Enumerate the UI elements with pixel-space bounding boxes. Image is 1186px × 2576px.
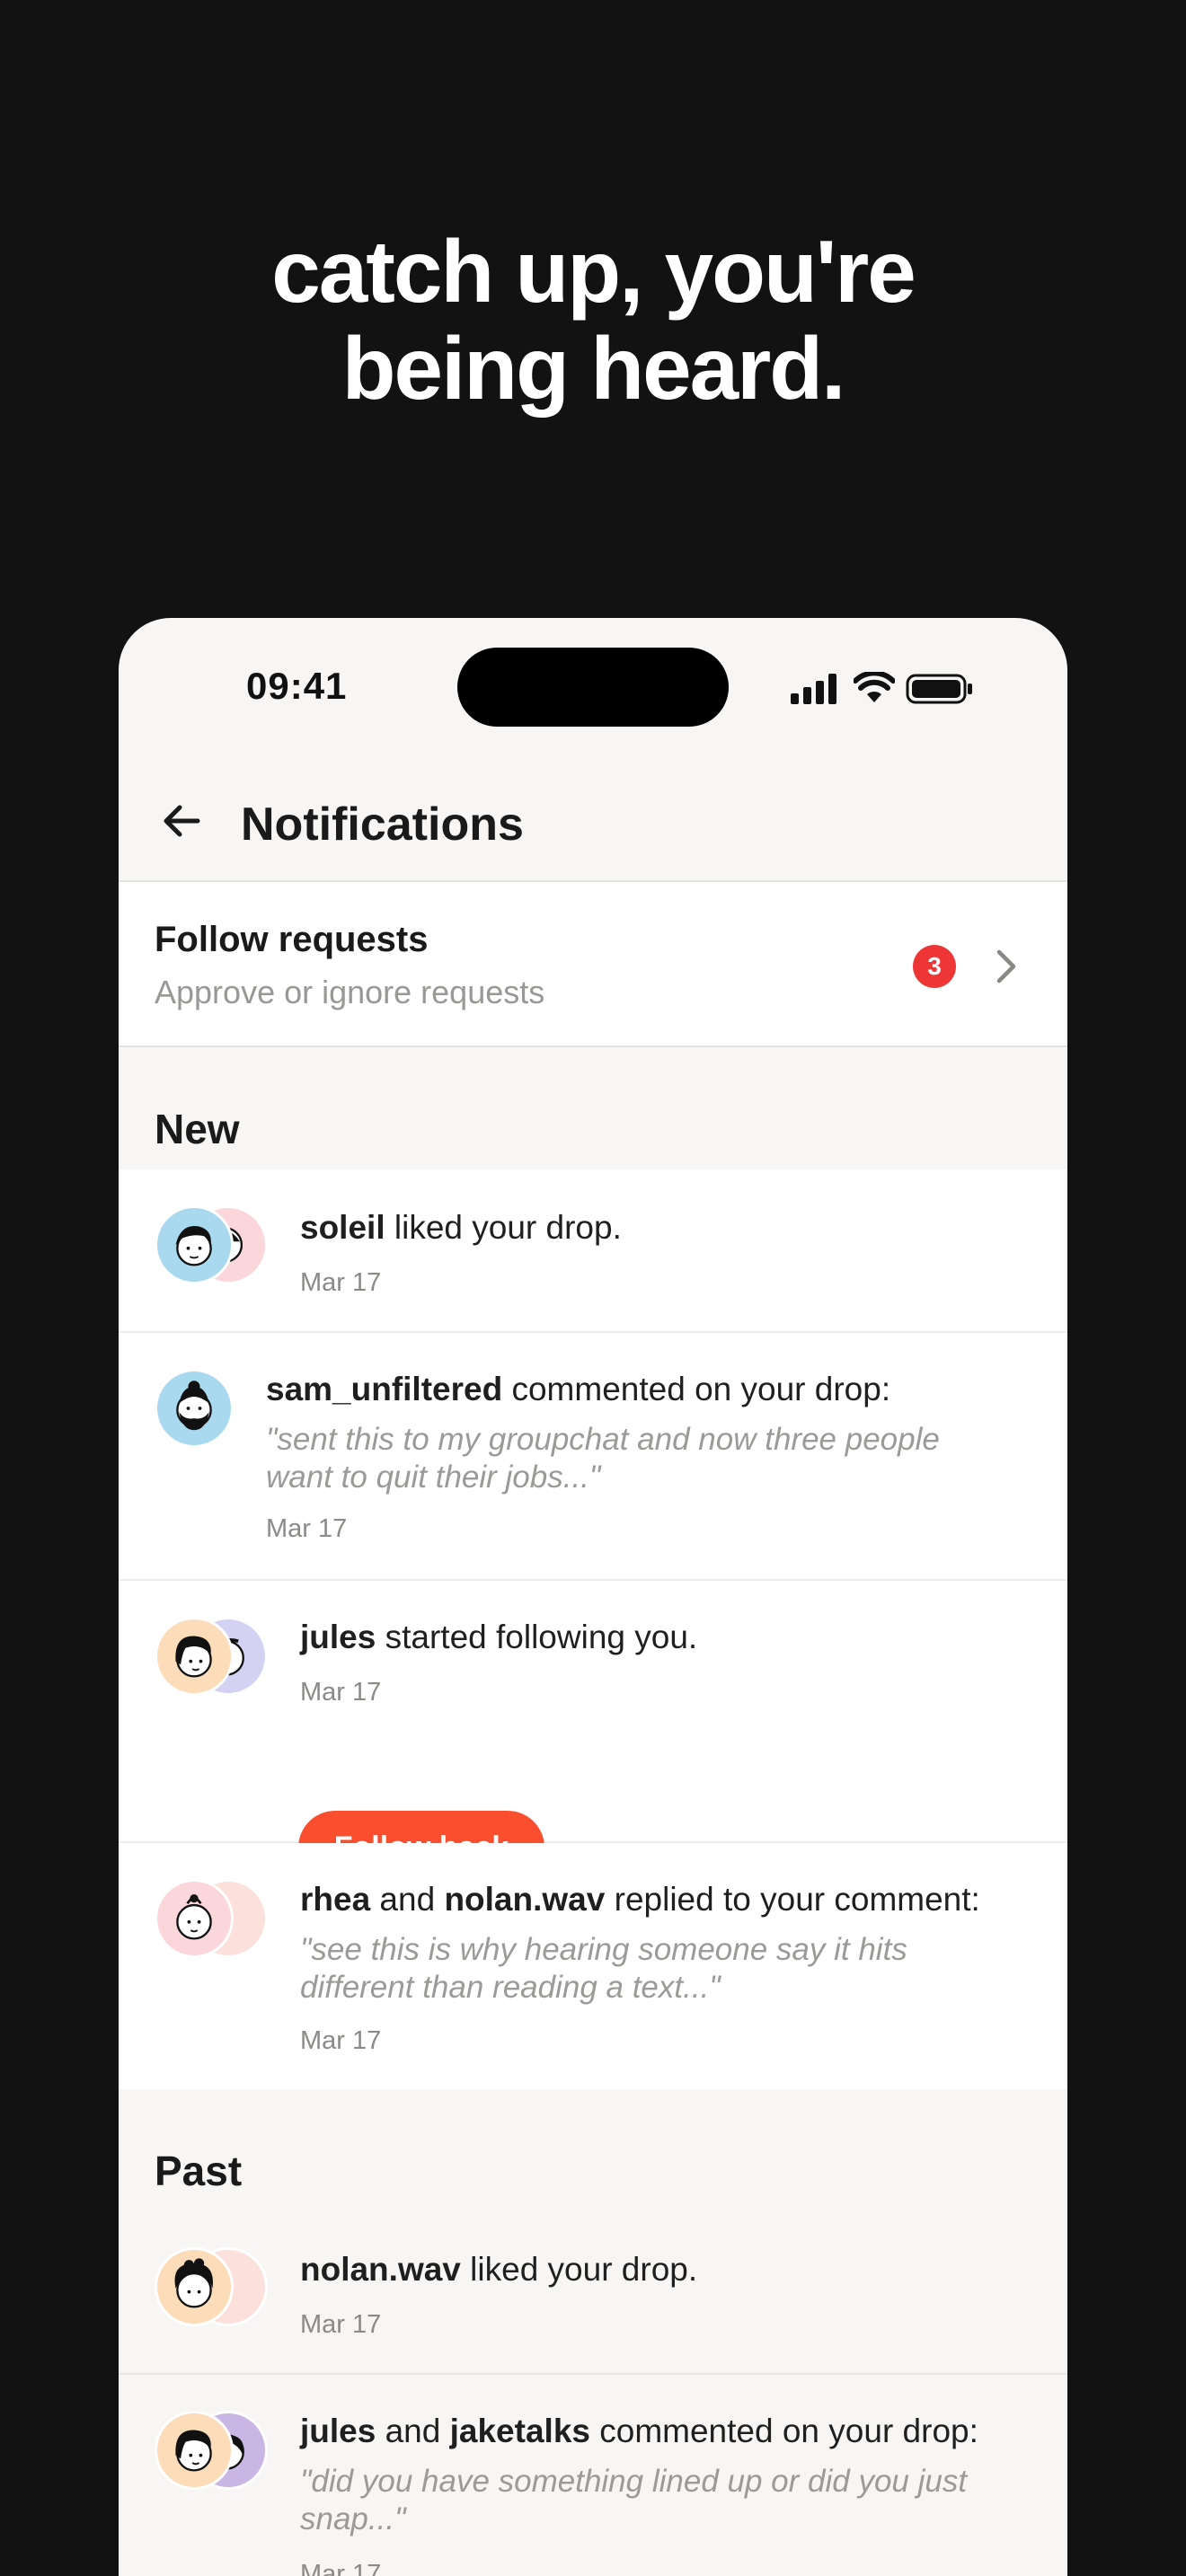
hero-line-1: catch up, you're (271, 222, 916, 321)
notification-date: Mar 17 (300, 2560, 382, 2576)
username[interactable]: jules (300, 1619, 376, 1655)
section-title-new: New (155, 1106, 240, 1152)
notification-date: Mar 17 (300, 2310, 382, 2339)
avatar-stack (155, 1879, 280, 1969)
avatar (155, 1205, 234, 1284)
notification-message: liked your drop. (460, 2251, 698, 2288)
notification-item[interactable]: soleil liked your drop. Mar 17 (119, 1169, 1067, 1333)
avatar-stack (155, 2247, 280, 2337)
hero-headline: catch up, you're being heard. (0, 223, 1186, 417)
arrow-left-icon (164, 805, 200, 837)
comment-quote: "sent this to my groupchat and now three… (266, 1422, 940, 1495)
notification-message: commented on your drop: (502, 1371, 891, 1407)
notification-message: commented on your drop: (589, 2413, 978, 2449)
cellular-signal-icon (791, 674, 836, 704)
username[interactable]: sam_unfiltered (266, 1371, 502, 1407)
avatar (155, 1879, 234, 1958)
notification-item[interactable]: nolan.wav liked your drop. Mar 17 (119, 2211, 1067, 2375)
avatar-stack (155, 1617, 280, 1707)
username[interactable]: jaketalks (450, 2413, 590, 2449)
comment-quote: "did you have something lined up or did … (300, 2464, 968, 2536)
notification-text: nolan.wav liked your drop. (300, 2249, 697, 2290)
chevron-right-icon (996, 949, 1016, 984)
notification-item[interactable]: jules and jaketalks commented on your dr… (119, 2375, 1067, 2576)
notification-date: Mar 17 (300, 1268, 382, 1297)
section-header-past: Past (119, 2089, 1067, 2211)
notification-item[interactable]: sam_unfiltered commented on your drop: "… (119, 1333, 1067, 1581)
avatar-stack (155, 2411, 280, 2501)
section-title-past: Past (155, 2148, 243, 2194)
back-button[interactable] (155, 794, 208, 848)
avatar (155, 2411, 234, 2490)
notification-date: Mar 17 (300, 1678, 382, 1707)
notification-item[interactable]: rhea and nolan.wav replied to your comme… (119, 1843, 1067, 2089)
notification-message: replied to your comment: (605, 1881, 980, 1918)
username[interactable]: soleil (300, 1209, 385, 1246)
battery-icon (906, 674, 972, 704)
dynamic-island (457, 648, 729, 727)
username[interactable]: rhea (300, 1881, 370, 1918)
notification-text: sam_unfiltered commented on your drop: (266, 1369, 890, 1410)
comment-quote: "see this is why hearing someone say it … (300, 1932, 907, 2005)
follow-requests-count-badge: 3 (913, 945, 956, 988)
notification-message: started following you. (376, 1619, 698, 1655)
status-bar: 09:41 (119, 618, 1067, 762)
avatar-stack (155, 1369, 280, 1459)
avatar (155, 2247, 234, 2326)
notification-joiner: and (370, 1881, 445, 1918)
avatar-stack (155, 1205, 280, 1295)
status-time: 09:41 (246, 665, 348, 707)
hero-line-2: being heard. (341, 319, 846, 418)
wifi-icon (854, 672, 895, 702)
notification-date: Mar 17 (300, 2026, 382, 2055)
notification-text: rhea and nolan.wav replied to your comme… (300, 1879, 980, 1920)
username[interactable]: nolan.wav (444, 1881, 605, 1918)
phone-frame: 09:41 Notifications Follow requests Appr… (119, 618, 1067, 2576)
avatar (155, 1369, 234, 1448)
username[interactable]: nolan.wav (300, 2251, 461, 2288)
username[interactable]: jules (300, 2413, 376, 2449)
follow-requests-row[interactable]: Follow requests Approve or ignore reques… (119, 880, 1067, 1047)
notification-text: soleil liked your drop. (300, 1207, 622, 1248)
notification-text: jules and jaketalks commented on your dr… (300, 2411, 978, 2452)
avatar (155, 1617, 234, 1696)
page-title: Notifications (241, 798, 524, 851)
follow-requests-subtitle: Approve or ignore requests (155, 974, 545, 1010)
notification-joiner: and (376, 2413, 450, 2449)
notification-text: jules started following you. (300, 1617, 697, 1658)
notification-item[interactable]: jules started following you. Mar 17 Foll… (119, 1581, 1067, 1884)
notification-date: Mar 17 (266, 1514, 348, 1543)
notification-message: liked your drop. (385, 1209, 622, 1246)
section-header-new: New (119, 1047, 1067, 1169)
follow-requests-title: Follow requests (155, 920, 429, 959)
navigation-bar: Notifications (119, 762, 1067, 880)
